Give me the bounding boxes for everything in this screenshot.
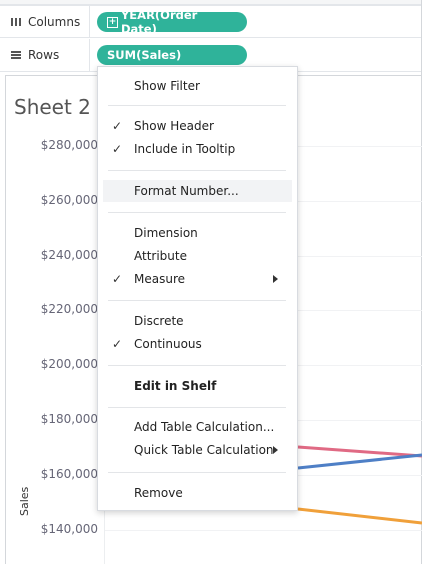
menu-item-include-in-tooltip[interactable]: ✓ Include in Tooltip bbox=[98, 138, 297, 160]
field-context-menu: Show Filter ✓ Show Header ✓ Include in Toolt… bbox=[97, 66, 298, 511]
menu-item-measure[interactable]: ✓ Measure bbox=[98, 268, 297, 290]
menu-item-label: Measure bbox=[134, 272, 185, 286]
menu-item-label: Add Table Calculation... bbox=[134, 420, 275, 434]
menu-item-label: Show Filter bbox=[134, 79, 200, 93]
menu-item-label: Remove bbox=[134, 486, 183, 500]
menu-item-label: Include in Tooltip bbox=[134, 142, 236, 156]
line-series-orange bbox=[297, 507, 422, 525]
menu-item-label: Edit in Shelf bbox=[134, 379, 217, 393]
menu-item-discrete[interactable]: Discrete bbox=[98, 310, 297, 332]
menu-item-label: Dimension bbox=[134, 226, 198, 240]
menu-item-label: Attribute bbox=[134, 249, 187, 263]
menu-item-dimension[interactable]: Dimension bbox=[98, 222, 297, 244]
menu-separator bbox=[108, 212, 286, 213]
menu-item-remove[interactable]: Remove bbox=[98, 482, 297, 504]
menu-separator bbox=[108, 300, 286, 301]
menu-item-quick-table-calculation[interactable]: Quick Table Calculation bbox=[98, 439, 297, 461]
line-series-pink bbox=[297, 445, 422, 458]
submenu-arrow-icon bbox=[273, 446, 278, 454]
checkmark-icon: ✓ bbox=[112, 337, 123, 351]
menu-item-continuous[interactable]: ✓ Continuous bbox=[98, 333, 297, 355]
submenu-arrow-icon bbox=[273, 275, 278, 283]
menu-item-label: Continuous bbox=[134, 337, 202, 351]
menu-item-edit-in-shelf[interactable]: Edit in Shelf bbox=[98, 375, 297, 397]
menu-item-label: Show Header bbox=[134, 119, 214, 133]
menu-item-label: Discrete bbox=[134, 314, 184, 328]
menu-item-show-header[interactable]: ✓ Show Header bbox=[98, 115, 297, 137]
menu-separator bbox=[108, 407, 286, 408]
checkmark-icon: ✓ bbox=[112, 119, 123, 133]
line-series-blue bbox=[297, 453, 422, 470]
menu-item-add-table-calculation[interactable]: Add Table Calculation... bbox=[98, 416, 297, 438]
menu-separator bbox=[108, 365, 286, 366]
checkmark-icon: ✓ bbox=[112, 272, 123, 286]
menu-separator bbox=[108, 472, 286, 473]
menu-item-label: Format Number... bbox=[134, 184, 239, 198]
menu-item-label: Quick Table Calculation bbox=[134, 443, 274, 457]
menu-item-format-number[interactable]: Format Number... bbox=[103, 180, 292, 202]
checkmark-icon: ✓ bbox=[112, 142, 123, 156]
menu-separator bbox=[108, 105, 286, 106]
menu-item-attribute[interactable]: Attribute bbox=[98, 245, 297, 267]
menu-item-show-filter[interactable]: Show Filter bbox=[98, 75, 297, 97]
menu-separator bbox=[108, 170, 286, 171]
